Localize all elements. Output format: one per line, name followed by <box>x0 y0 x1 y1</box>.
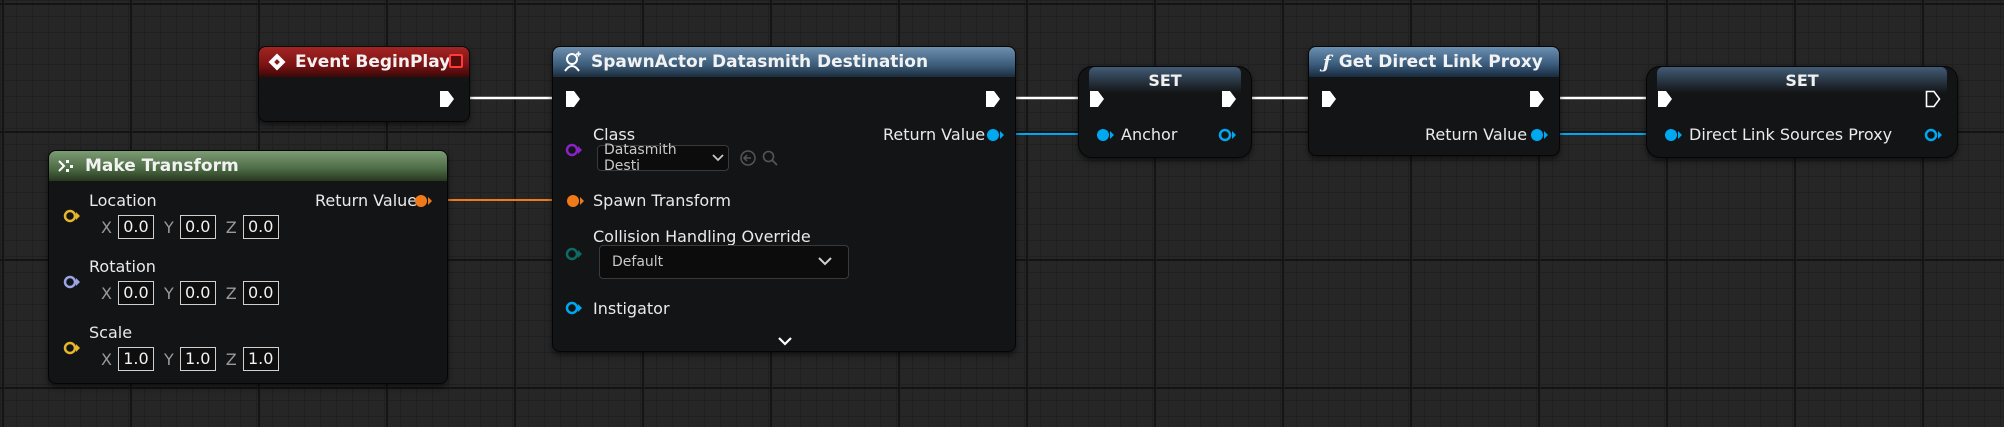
get-direct-link-proxy-header[interactable]: ƒ Get Direct Link Proxy <box>1309 47 1559 77</box>
spawn-exec-in-pin[interactable] <box>565 90 581 108</box>
location-y-field[interactable]: 0.0 <box>179 215 216 239</box>
direct-link-label: Direct Link Sources Proxy <box>1689 125 1893 144</box>
scale-z-field[interactable]: 1.0 <box>242 347 279 371</box>
event-diamond-icon <box>267 52 287 72</box>
make-transform-title: Make Transform <box>85 156 239 176</box>
direct-link-in-pin[interactable] <box>1663 127 1683 143</box>
collision-dropdown[interactable]: Default <box>599 245 849 279</box>
spawn-transform-pin[interactable] <box>565 193 585 209</box>
axis-z-label: Z <box>225 283 237 303</box>
collision-pin[interactable] <box>565 247 583 261</box>
axis-z-label: Z <box>225 217 237 237</box>
exec-out-pin[interactable] <box>439 90 455 108</box>
location-x-field[interactable]: 0.0 <box>117 215 154 239</box>
location-label: Location <box>89 191 157 210</box>
spawn-actor-icon <box>561 51 583 73</box>
location-fields: X 0.0 Y 0.0 Z 0.0 <box>101 215 289 239</box>
set-direct-link-title: SET <box>1785 70 1819 90</box>
scale-x-field[interactable]: 1.0 <box>117 347 154 371</box>
chevron-down-icon <box>818 254 832 270</box>
location-z-field[interactable]: 0.0 <box>242 215 279 239</box>
direct-link-out-pin[interactable] <box>1923 127 1943 143</box>
event-beginplay-node[interactable]: Event BeginPlay <box>258 46 470 122</box>
axis-x-label: X <box>101 283 112 303</box>
set-direct-link-exec-in-pin[interactable] <box>1657 90 1673 108</box>
scale-fields: X 1.0 Y 1.0 Z 1.0 <box>101 347 289 371</box>
proxy-exec-in-pin[interactable] <box>1321 90 1337 108</box>
expand-chevron-icon[interactable] <box>777 331 793 350</box>
set-anchor-header[interactable]: SET <box>1089 67 1241 93</box>
location-pin[interactable] <box>63 209 81 223</box>
scale-y-field[interactable]: 1.0 <box>179 347 216 371</box>
rotation-label: Rotation <box>89 257 156 276</box>
set-direct-link-exec-out-pin[interactable] <box>1925 90 1941 108</box>
make-transform-node[interactable]: Make Transform Location X 0.0 Y 0.0 Z 0.… <box>48 150 448 384</box>
get-direct-link-proxy-node[interactable]: ƒ Get Direct Link Proxy Return Value <box>1308 46 1560 156</box>
anchor-out-pin[interactable] <box>1217 127 1237 143</box>
axis-x-label: X <box>101 217 112 237</box>
use-selected-icon[interactable] <box>739 149 757 171</box>
instigator-pin[interactable] <box>565 301 583 315</box>
proxy-return-pin[interactable] <box>1529 127 1549 143</box>
anchor-in-pin[interactable] <box>1095 127 1115 143</box>
class-value: Datasmith Desti <box>604 142 677 174</box>
axis-y-label: Y <box>163 283 174 303</box>
blueprint-graph[interactable]: Event BeginPlay Make Transform Location … <box>0 0 2004 427</box>
spawn-return-label: Return Value <box>883 125 986 144</box>
chevron-down-icon <box>712 150 724 166</box>
event-beginplay-header[interactable]: Event BeginPlay <box>259 47 469 77</box>
rotation-z-field[interactable]: 0.0 <box>242 281 279 305</box>
make-transform-header[interactable]: Make Transform <box>49 151 447 181</box>
spawn-transform-label: Spawn Transform <box>593 191 732 210</box>
set-anchor-exec-out-pin[interactable] <box>1221 90 1237 108</box>
spawn-actor-title: SpawnActor Datasmith Destination <box>591 52 929 72</box>
class-pin[interactable] <box>565 143 583 157</box>
axis-y-label: Y <box>163 217 174 237</box>
scale-label: Scale <box>89 323 133 342</box>
set-anchor-title: SET <box>1148 70 1182 90</box>
proxy-return-label: Return Value <box>1425 125 1528 144</box>
set-direct-link-node[interactable]: SET Direct Link Sources Proxy <box>1646 66 1958 158</box>
anchor-label: Anchor <box>1121 125 1178 144</box>
rotation-fields: X 0.0 Y 0.0 Z 0.0 <box>101 281 289 305</box>
make-transform-return-label: Return Value <box>315 191 418 210</box>
make-struct-icon <box>57 156 77 176</box>
collision-value: Default <box>612 254 664 270</box>
axis-x-label: X <box>101 349 112 369</box>
transform-return-pin[interactable] <box>413 193 433 209</box>
spawn-return-pin[interactable] <box>985 127 1005 143</box>
spawn-actor-header[interactable]: SpawnActor Datasmith Destination <box>553 47 1015 77</box>
axis-z-label: Z <box>225 349 237 369</box>
rotation-pin[interactable] <box>63 275 81 289</box>
spawn-actor-node[interactable]: SpawnActor Datasmith Destination Class D… <box>552 46 1016 352</box>
rotation-y-field[interactable]: 0.0 <box>179 281 216 305</box>
scale-pin[interactable] <box>63 341 81 355</box>
rotation-x-field[interactable]: 0.0 <box>117 281 154 305</box>
collision-label: Collision Handling Override <box>593 227 811 246</box>
spawn-exec-out-pin[interactable] <box>985 90 1001 108</box>
proxy-exec-out-pin[interactable] <box>1529 90 1545 108</box>
class-dropdown[interactable]: Datasmith Desti <box>597 142 729 174</box>
set-anchor-exec-in-pin[interactable] <box>1089 90 1105 108</box>
function-icon: ƒ <box>1323 51 1331 73</box>
event-beginplay-title: Event BeginPlay <box>295 52 451 72</box>
browse-search-icon[interactable] <box>761 149 779 171</box>
delegate-output-pin[interactable] <box>449 54 463 68</box>
get-direct-link-proxy-title: Get Direct Link Proxy <box>1338 52 1543 72</box>
axis-y-label: Y <box>163 349 174 369</box>
set-anchor-node[interactable]: SET Anchor <box>1078 66 1252 158</box>
instigator-label: Instigator <box>593 299 670 318</box>
set-direct-link-header[interactable]: SET <box>1657 67 1947 93</box>
